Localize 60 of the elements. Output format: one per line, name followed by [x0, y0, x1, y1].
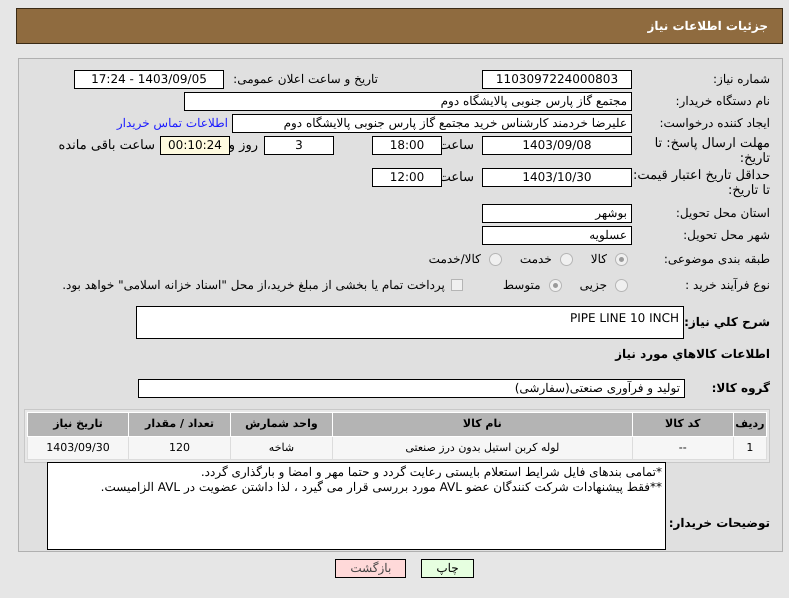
input-field[interactable]: بوشهر — [482, 204, 632, 222]
table-cell: 120 — [128, 436, 230, 460]
column-header: نام کالا — [332, 412, 632, 436]
field-label: شرح کلي نیاز: — [684, 314, 770, 331]
field-label: طبقه بندی موضوعی: — [662, 251, 770, 268]
table-cell: 1 — [733, 436, 766, 460]
option-label: کالا — [590, 251, 607, 268]
input-field[interactable]: 1403/09/05 - 17:24 — [74, 70, 224, 88]
column-header: ردیف — [733, 412, 766, 436]
field-label: توضیحات خریدار: — [668, 515, 770, 532]
field-label: استان محل تحویل: — [674, 205, 770, 222]
input-field[interactable]: 1403/09/08 — [482, 136, 632, 155]
field-label: شهر محل تحویل: — [682, 227, 770, 244]
input-field[interactable]: 18:00 — [372, 136, 442, 155]
print-button[interactable]: چاپ — [421, 559, 474, 578]
table-cell: شاخه — [230, 436, 332, 460]
option-label: متوسط — [502, 277, 541, 294]
input-field[interactable]: تولید و فرآوری صنعتی(سفارشی) — [138, 378, 685, 398]
contact-link[interactable]: اطلاعات تماس خریدار — [116, 114, 228, 132]
table-cell: -- — [632, 436, 734, 460]
field-label: مهلت ارسال پاسخ: تا تاریخ: — [654, 136, 770, 166]
field-label: حداقل تاریخ اعتبار قیمت: تا تاریخ: — [632, 168, 770, 198]
radio-button[interactable] — [548, 278, 562, 292]
option-label: کالا/خدمت — [428, 251, 481, 268]
column-header: تاریخ نیاز — [28, 412, 128, 436]
option-label: جزیی — [580, 277, 607, 294]
input-field[interactable]: 12:00 — [372, 168, 442, 187]
payment-note: پرداخت تمام یا بخشی از مبلغ خرید،از محل "اسناد خزانه اسلامی" خواهد بود. — [62, 277, 445, 294]
page-title: جزئیات اطلاعات نیاز — [647, 18, 768, 35]
field-label: شماره نیاز: — [712, 71, 770, 88]
input-field[interactable]: مجتمع گاز پارس جنوبی پالایشگاه دوم — [184, 92, 632, 110]
field-label: نوع فرآیند خرید : — [684, 277, 770, 294]
table-cell: 1403/09/30 — [28, 436, 128, 460]
checkbox[interactable] — [450, 279, 463, 291]
option-label: خدمت — [520, 251, 552, 268]
table-cell: لوله کربن استیل بدون درز صنعتی — [332, 436, 632, 460]
field-label: تاریخ و ساعت اعلان عمومی: — [232, 71, 378, 88]
column-header: واحد شمارش — [230, 412, 332, 436]
input-field[interactable]: علیرضا خردمند کارشناس خرید مجتمع گاز پارس جنوبی پالایشگاه دوم — [232, 114, 632, 132]
notes-textarea[interactable]: *تمامی بندهای فایل شرایط استعلام بایستی رعایت گردد و حتما مهر و امضا و بارگذاری گردد. **فقط پیشنهادات شرکت کنندگان عضو AVL مورد بررسی قرار می گیرد ، لذا داشتن عضویت در AVL الزامیست. — [47, 462, 666, 550]
field-label: نام دستگاه خریدار: — [674, 93, 770, 110]
note-line: **فقط پیشنهادات شرکت کنندگان عضو AVL مورد بررسی قرار می گیرد ، لذا داشتن عضویت در AVL الزامیست. — [100, 480, 662, 495]
back-button[interactable]: بازگشت — [335, 559, 406, 578]
radio-button[interactable] — [615, 278, 628, 292]
radio-button[interactable] — [560, 252, 573, 266]
radio-button[interactable] — [488, 252, 502, 266]
input-field[interactable]: 1403/10/30 — [482, 168, 632, 187]
remaining-label: ساعت باقی مانده — [58, 137, 155, 155]
input-field[interactable]: 3 — [264, 136, 334, 155]
input-field[interactable]: عسلویه — [482, 226, 632, 244]
description-textarea[interactable]: PIPE LINE 10 INCH — [136, 306, 684, 339]
radio-button[interactable] — [615, 252, 628, 266]
column-header: تعداد / مقدار — [128, 412, 230, 436]
input-field[interactable]: 1103097224000803 — [482, 70, 632, 88]
note-line: *تمامی بندهای فایل شرایط استعلام بایستی رعایت گردد و حتما مهر و امضا و بارگذاری گردد. — [200, 465, 662, 480]
field-label: گروه کالا: — [710, 380, 770, 397]
section-heading: اطلاعات کالاهاي مورد نیاز — [615, 346, 770, 363]
field-label: ایجاد کننده درخواست: — [658, 115, 770, 132]
input-field[interactable]: 00:10:24 — [160, 136, 230, 155]
column-header: کد کالا — [632, 412, 734, 436]
